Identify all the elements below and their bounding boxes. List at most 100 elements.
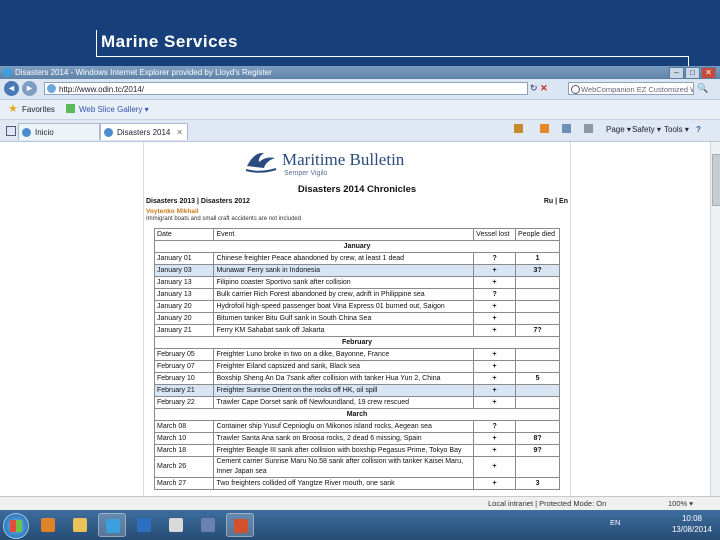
favorites-button[interactable]: Favorites bbox=[22, 105, 55, 114]
event-cell[interactable]: Boxship Sheng An Da 7sank after collisio… bbox=[213, 372, 475, 385]
event-cell[interactable]: Trawler Cape Dorset sank off Newfoundlan… bbox=[213, 396, 475, 409]
event-cell[interactable]: Bulk carrier Rich Forest abandoned by cr… bbox=[213, 288, 475, 301]
people-died-cell bbox=[515, 420, 560, 433]
event-cell[interactable]: Freighter Beagle III sank after collisio… bbox=[213, 444, 475, 457]
table-row: February 22 Trawler Cape Dorset sank off … bbox=[153, 396, 560, 409]
vessel-lost-cell: + bbox=[473, 477, 517, 490]
table-header-row: Date Event Vessel lost People died bbox=[153, 228, 560, 241]
taskbar-button[interactable] bbox=[194, 513, 222, 537]
home-button[interactable] bbox=[514, 124, 525, 136]
event-cell[interactable]: Munawar Ferry sank in Indonesia bbox=[213, 264, 475, 277]
event-cell[interactable]: Freighter Eiland capsized and sank, Blac… bbox=[213, 360, 475, 373]
date-cell: March 08 bbox=[153, 420, 215, 433]
window-title: Disasters 2014 - Windows Internet Explor… bbox=[15, 68, 272, 77]
event-cell[interactable]: Two freighters collided off Yangtze Rive… bbox=[213, 477, 475, 490]
favorites-star-icon[interactable]: ★ bbox=[8, 103, 18, 115]
table-row: February 10 Boxship Sheng An Da 7sank aft… bbox=[153, 372, 560, 385]
taskbar-button[interactable] bbox=[66, 513, 94, 537]
minimize-button[interactable]: – bbox=[669, 67, 684, 79]
taskbar-button[interactable] bbox=[98, 513, 126, 537]
mail-icon bbox=[562, 124, 571, 133]
taskbar-button[interactable] bbox=[130, 513, 158, 537]
date-cell: January 20 bbox=[153, 300, 215, 313]
table-row: March 26 Cement carrier Sunrise Maru No.5… bbox=[153, 456, 560, 478]
table-row: March 10 Trawler Santa Ana sank on Broosa… bbox=[153, 432, 560, 445]
tab-page-icon bbox=[104, 128, 113, 137]
search-placeholder: WebCompanion EZ Customized Web Search bbox=[581, 85, 693, 94]
read-mail-button[interactable] bbox=[562, 124, 573, 136]
event-cell[interactable]: Container ship Yusuf Cepnioglu on Mikono… bbox=[213, 420, 475, 433]
tab-label: Inicio bbox=[35, 128, 54, 137]
taskbar-button[interactable] bbox=[34, 513, 62, 537]
table-row: January 20 Bitumen tanker Bitu Gulf sank … bbox=[153, 312, 560, 325]
close-window-button[interactable]: ✕ bbox=[701, 67, 716, 79]
event-cell[interactable]: Freighter Sunrise Orient on the rocks of… bbox=[213, 384, 475, 397]
page-menu[interactable]: Page ▾ bbox=[606, 124, 631, 136]
people-died-cell: 3? bbox=[515, 264, 560, 277]
month-row: March bbox=[154, 408, 560, 421]
calendar-app-icon bbox=[201, 518, 215, 532]
event-cell[interactable]: Chinese freighter Peace abandoned by cre… bbox=[213, 252, 475, 265]
powerpoint-icon bbox=[234, 519, 248, 533]
vessel-lost-cell: + bbox=[473, 384, 517, 397]
refresh-button[interactable]: ↻ bbox=[530, 83, 538, 93]
window-controls: – □ ✕ bbox=[669, 67, 716, 79]
table-row: January 20 Hydrofoil high-speed passenger… bbox=[153, 300, 560, 313]
vertical-scrollbar[interactable] bbox=[710, 142, 720, 496]
date-cell: February 21 bbox=[153, 384, 215, 397]
event-cell[interactable]: Hydrofoil high-speed passenger boat Vina… bbox=[213, 300, 475, 313]
security-zone[interactable]: Local intranet | Protected Mode: On bbox=[488, 497, 606, 511]
web-slice-gallery-link[interactable]: Web Slice Gallery ▾ bbox=[79, 105, 149, 114]
tab-label: Disasters 2014 bbox=[117, 128, 171, 137]
tab-disasters-2014[interactable]: Disasters 2014 ✕ bbox=[100, 123, 188, 140]
feeds-button[interactable] bbox=[540, 124, 551, 136]
print-button[interactable] bbox=[584, 124, 595, 136]
column-header-date: Date bbox=[153, 228, 215, 241]
archive-links[interactable]: Disasters 2013 | Disasters 2012 bbox=[146, 198, 250, 205]
language-indicator[interactable]: EN bbox=[610, 518, 620, 527]
event-cell[interactable]: Ferry KM Sahabat sank off Jakarta bbox=[213, 324, 475, 337]
vessel-lost-cell: + bbox=[473, 444, 517, 457]
scope-note: Immigrant boats and small craft accident… bbox=[146, 216, 302, 222]
back-button[interactable]: ◄ bbox=[4, 81, 19, 96]
start-button[interactable] bbox=[3, 513, 29, 539]
table-row: February 21 Freighter Sunrise Orient on t… bbox=[153, 384, 560, 397]
safety-menu[interactable]: Safety ▾ bbox=[632, 124, 661, 136]
address-toolbar: ◄ ► http://www.odin.tc/2014/ ↻ ✕ WebComp… bbox=[0, 79, 720, 100]
event-cell[interactable]: Trawler Santa Ana sank on Broosa rocks, … bbox=[213, 432, 475, 445]
stop-button[interactable]: ✕ bbox=[540, 83, 548, 93]
event-cell[interactable]: Cement carrier Sunrise Maru No.58 sank a… bbox=[213, 456, 475, 478]
event-cell[interactable]: Filipino coaster Sportivo sank after col… bbox=[213, 276, 475, 289]
address-actions: ↻ ✕ bbox=[530, 83, 548, 94]
maximize-button[interactable]: □ bbox=[685, 67, 700, 79]
language-switch[interactable]: Ru | En bbox=[544, 198, 568, 205]
tools-menu[interactable]: Tools ▾ bbox=[664, 124, 689, 136]
event-cell[interactable]: Bitumen tanker Bitu Gulf sank in South C… bbox=[213, 312, 475, 325]
scrollbar-thumb[interactable] bbox=[712, 154, 720, 206]
help-button[interactable]: ? bbox=[696, 124, 701, 136]
search-input[interactable]: WebCompanion EZ Customized Web Search bbox=[568, 82, 694, 95]
event-cell[interactable]: Freighter Luno broke in two on a dike, B… bbox=[213, 348, 475, 361]
tab-inicio[interactable]: Inicio bbox=[18, 123, 100, 140]
taskbar-button[interactable] bbox=[226, 513, 254, 537]
editor-name[interactable]: Voytenko Mikhail bbox=[146, 208, 199, 215]
people-died-cell bbox=[515, 360, 560, 373]
browser-window: Disasters 2014 - Windows Internet Explor… bbox=[0, 66, 720, 540]
vessel-lost-cell: + bbox=[473, 312, 517, 325]
taskbar-button[interactable] bbox=[162, 513, 190, 537]
explorer-folder-icon bbox=[73, 518, 87, 532]
forward-button[interactable]: ► bbox=[22, 81, 37, 96]
disasters-table: Date Event Vessel lost People died Janua… bbox=[153, 228, 560, 490]
tab-close-button[interactable]: ✕ bbox=[176, 124, 183, 141]
quick-tabs-icon[interactable] bbox=[6, 126, 16, 136]
maritime-bulletin-logo[interactable]: Maritime Bulletin Semper Vigilo bbox=[244, 148, 424, 182]
search-go-button[interactable]: 🔍 bbox=[697, 83, 708, 94]
column-header-people-died: People died bbox=[515, 228, 560, 241]
table-row: January 03 Munawar Ferry sank in Indonesi… bbox=[153, 264, 560, 277]
suggested-sites-icon[interactable] bbox=[66, 104, 75, 113]
date-cell: January 01 bbox=[153, 252, 215, 265]
address-input[interactable]: http://www.odin.tc/2014/ bbox=[44, 82, 528, 95]
system-clock[interactable]: 10:08 13/08/2014 bbox=[668, 513, 716, 535]
table-row: March 27 Two freighters collided off Yang… bbox=[153, 477, 560, 490]
zoom-level[interactable]: 100% ▾ bbox=[668, 497, 693, 511]
